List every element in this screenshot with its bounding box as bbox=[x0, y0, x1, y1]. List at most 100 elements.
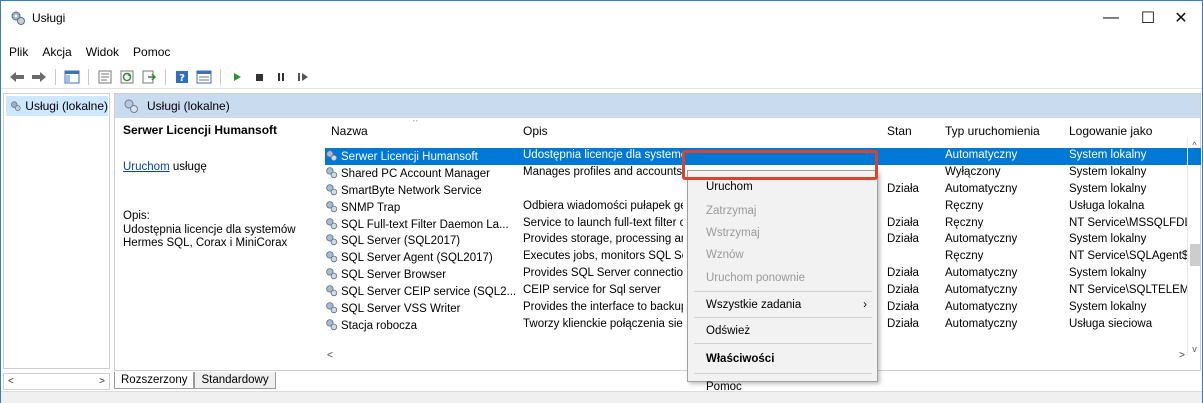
title-bar: Usługi — ☐ ✕ bbox=[1, 1, 1202, 35]
show-hide-console-tree-icon[interactable] bbox=[62, 67, 82, 87]
context-menu-item: Uruchom ponownie bbox=[688, 268, 877, 288]
row-name: Stacja robocza bbox=[325, 318, 520, 332]
row-name: SQL Server CEIP service (SQL2... bbox=[325, 284, 520, 298]
tab-standard[interactable]: Standardowy bbox=[194, 372, 276, 389]
scroll-down-arrow-icon[interactable]: v bbox=[1192, 344, 1197, 354]
row-name: SQL Full-text Filter Daemon La... bbox=[325, 217, 520, 231]
row-logon: System lokalny bbox=[1069, 233, 1147, 246]
row-name: SQL Server (SQL2017) bbox=[325, 233, 520, 247]
tree-item-local-services[interactable]: Usługi (lokalne) bbox=[6, 96, 108, 116]
scroll-thumb[interactable] bbox=[1190, 244, 1200, 266]
column-header-description[interactable]: Opis bbox=[523, 124, 548, 138]
row-startup: Wyłączony bbox=[945, 165, 1001, 178]
scroll-left-arrow[interactable]: < bbox=[8, 376, 14, 387]
column-header-state[interactable]: Stan bbox=[887, 124, 912, 138]
context-menu-item-label: Wszystkie zadania bbox=[706, 299, 802, 311]
detail-description-text: Udostępnia licencje dla systemów Hermes … bbox=[123, 224, 296, 249]
row-desc: Provides SQL Server connection bbox=[523, 267, 683, 280]
context-menu-item[interactable]: Pomoc bbox=[688, 377, 877, 397]
context-menu-item-label: Pomoc bbox=[706, 381, 742, 393]
help-icon[interactable]: ? bbox=[172, 67, 192, 87]
scroll-right-arrow[interactable]: > bbox=[99, 376, 105, 387]
forward-arrow-icon[interactable] bbox=[29, 67, 49, 87]
menu-file[interactable]: Plik bbox=[1, 45, 34, 63]
row-logon: System lokalny bbox=[1069, 149, 1147, 161]
row-name-text: SmartByte Network Service bbox=[341, 184, 482, 197]
list-vertical-scrollbar[interactable]: ^ v bbox=[1187, 138, 1201, 356]
context-menu-item[interactable]: Wszystkie zadania › bbox=[688, 295, 877, 315]
service-gear-icon bbox=[326, 302, 338, 314]
context-menu-item: Wstrzymaj bbox=[688, 223, 877, 243]
column-header-name[interactable]: Nazwa bbox=[331, 124, 368, 138]
start-service-link[interactable]: Uruchom bbox=[123, 161, 170, 173]
row-logon: NT Service\SQLAgent$ bbox=[1069, 250, 1187, 263]
menu-action[interactable]: Akcja bbox=[34, 45, 77, 63]
row-name: SQL Server VSS Writer bbox=[325, 301, 520, 315]
row-name-text: SNMP Trap bbox=[341, 201, 401, 214]
services-gear-icon bbox=[11, 101, 21, 111]
back-arrow-icon[interactable] bbox=[7, 67, 27, 87]
toolbar: ? bbox=[1, 65, 1202, 89]
stop-icon[interactable] bbox=[249, 67, 269, 87]
row-logon: System lokalny bbox=[1069, 301, 1147, 314]
service-gear-icon bbox=[326, 184, 338, 195]
scroll-up-arrow-icon[interactable]: ^ bbox=[1192, 140, 1196, 150]
refresh-icon[interactable] bbox=[117, 67, 137, 87]
context-menu-item[interactable]: Uruchom bbox=[688, 177, 877, 197]
svg-text:?: ? bbox=[179, 73, 185, 84]
context-menu-item-label: Zatrzymaj bbox=[706, 205, 757, 217]
row-logon: NT Service\MSSQLFDLa bbox=[1069, 216, 1187, 229]
services-pane: Usługi (lokalne) Serwer Licencji Humanso… bbox=[114, 93, 1201, 371]
menu-view[interactable]: Widok bbox=[78, 45, 125, 63]
services-gear-icon bbox=[124, 99, 138, 113]
row-name: Shared PC Account Manager bbox=[325, 166, 520, 180]
row-name-text: SQL Server Browser bbox=[341, 269, 447, 282]
context-menu-item-label: Właściwości bbox=[706, 353, 775, 365]
context-menu-item-label: Uruchom ponownie bbox=[706, 272, 806, 284]
row-desc: Provides the interface to backup bbox=[523, 301, 683, 314]
row-desc: Udostępnia licencje dla systemo bbox=[523, 149, 683, 161]
tree-horizontal-scrollbar[interactable]: < > bbox=[3, 373, 110, 390]
service-gear-icon bbox=[326, 268, 338, 280]
service-gear-icon bbox=[326, 319, 338, 331]
row-name: Serwer Licencji Humansoft bbox=[325, 149, 520, 163]
toolbar-separator bbox=[88, 68, 89, 85]
close-button[interactable]: ✕ bbox=[1158, 1, 1203, 35]
context-menu-item[interactable]: Odśwież bbox=[688, 321, 877, 341]
menu-help[interactable]: Pomoc bbox=[125, 45, 176, 63]
tree-item-label: Usługi (lokalne) bbox=[25, 99, 108, 113]
column-header-startup-type[interactable]: Typ uruchomienia bbox=[945, 124, 1040, 138]
row-startup: Automatyczny bbox=[945, 284, 1018, 297]
services-gear-icon bbox=[11, 11, 25, 25]
row-logon: Usługa sieciowa bbox=[1069, 317, 1153, 330]
row-logon: System lokalny bbox=[1069, 165, 1147, 178]
start-icon[interactable] bbox=[227, 67, 247, 87]
column-header-logon-as[interactable]: Logowanie jako bbox=[1069, 124, 1152, 138]
context-menu-separator bbox=[694, 373, 872, 374]
submenu-arrow-icon: › bbox=[863, 299, 867, 311]
details-view-icon[interactable] bbox=[194, 67, 214, 87]
row-state: Działa bbox=[887, 216, 919, 229]
row-name: SmartByte Network Service bbox=[325, 183, 520, 197]
service-gear-icon bbox=[326, 200, 338, 212]
row-name-text: SQL Server Agent (SQL2017) bbox=[341, 252, 493, 265]
properties-icon[interactable] bbox=[95, 67, 115, 87]
context-menu-item[interactable]: Właściwości bbox=[688, 349, 877, 369]
row-desc: Odbiera wiadomości pułapek ge bbox=[523, 199, 683, 212]
service-gear-icon bbox=[326, 150, 338, 162]
resume-icon[interactable] bbox=[293, 67, 313, 87]
row-name: SQL Server Browser bbox=[325, 267, 520, 281]
pane-header-title: Usługi (lokalne) bbox=[147, 99, 230, 113]
row-startup: Automatyczny bbox=[945, 233, 1018, 246]
pause-icon[interactable] bbox=[271, 67, 291, 87]
tab-extended[interactable]: Rozszerzony bbox=[114, 372, 195, 389]
table-row[interactable]: Serwer Licencji Humansoft Udostępnia lice… bbox=[325, 148, 1201, 165]
row-logon: Usługa lokalna bbox=[1069, 199, 1145, 212]
service-gear-icon bbox=[326, 234, 338, 246]
export-list-icon[interactable] bbox=[139, 67, 159, 87]
scroll-right-arrow-icon[interactable]: > bbox=[1179, 350, 1185, 361]
scroll-left-arrow-icon[interactable]: < bbox=[327, 350, 333, 361]
window-title: Usługi bbox=[32, 11, 66, 25]
row-name-text: Shared PC Account Manager bbox=[341, 167, 490, 180]
row-desc: Tworzy klienckie połączenia siec bbox=[523, 317, 683, 330]
